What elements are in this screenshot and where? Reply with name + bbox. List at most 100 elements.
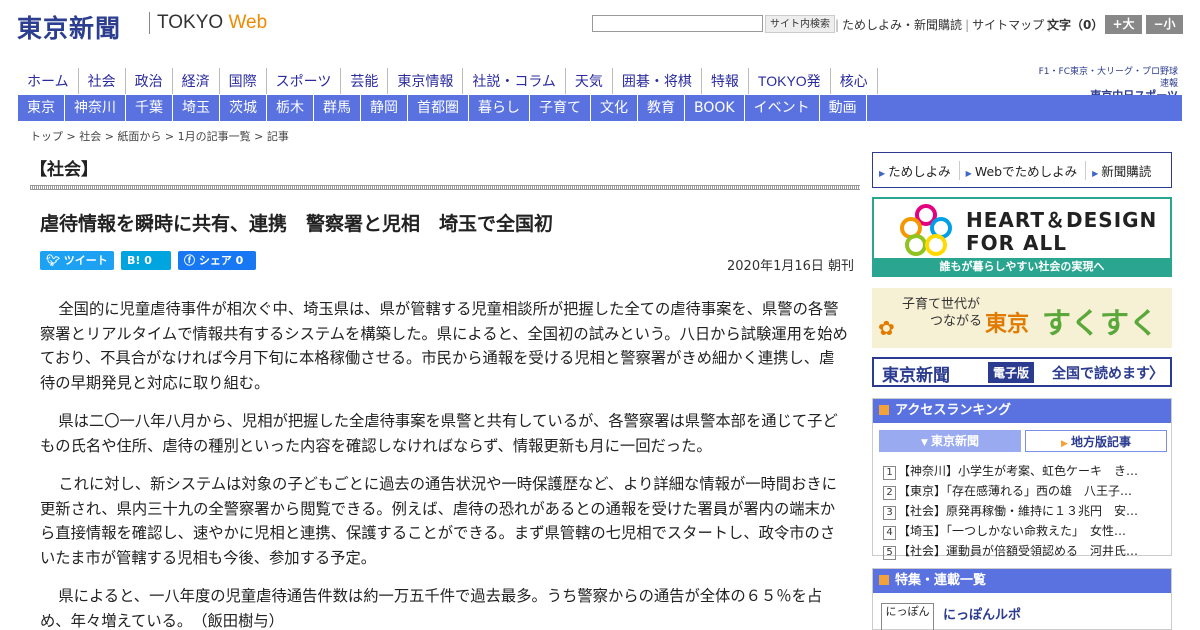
breadcrumb-current: 記事 — [266, 130, 289, 143]
rank-number: 1 — [883, 466, 896, 480]
publish-date: 2020年1月16日 朝刊 — [727, 259, 855, 274]
sukusuku-tagline-1: 子育て世代が — [902, 297, 981, 312]
tab-local-articles[interactable]: ▶ 地方版記事 — [1025, 430, 1167, 452]
region-nav-item[interactable]: 栃木 — [267, 95, 314, 121]
chunichi-tagline: F1・FC東京・大リーグ・プロ野球速報 — [1038, 67, 1178, 89]
breadcrumb-paper[interactable]: 紙面から — [117, 130, 161, 143]
ranking-item[interactable]: 3 【社会】原発再稼働・維持に１３兆円 安… — [883, 501, 1159, 521]
access-ranking: アクセスランキング ▼ 東京新聞 ▶ 地方版記事 1 【神奈川】小学生が考案、虹色… — [872, 398, 1172, 560]
ranking-item-title: 【社会】原発再稼働・維持に１３兆円 安… — [898, 504, 1139, 518]
web-tameshiyomi-link[interactable]: Webでためしよみ — [966, 160, 1087, 180]
region-nav-item[interactable]: 神奈川 — [65, 95, 126, 121]
ranking-title: アクセスランキング — [895, 403, 1011, 418]
digital-edition-banner[interactable]: 東京新聞 電子版 全国で読めます 〉 — [872, 357, 1172, 387]
breadcrumb-society[interactable]: 社会 — [79, 130, 101, 143]
region-nav-item[interactable]: 群馬 — [314, 95, 361, 121]
nav-item[interactable]: 芸能 — [341, 68, 389, 94]
nav-item[interactable]: 東京情報 — [388, 68, 464, 94]
tokyo-shimbun-logo[interactable]: 東京新聞 — [17, 9, 121, 45]
nav-item[interactable]: TOKYO発 — [749, 68, 831, 94]
sitemap-link[interactable]: サイトマップ — [969, 18, 1047, 32]
tab-tokyo-label: 東京新聞 — [931, 434, 980, 448]
sukusuku-logo: すくすく — [1042, 306, 1159, 340]
region-nav-item[interactable]: 暮らし — [469, 95, 530, 121]
nav-item[interactable]: 経済 — [173, 68, 220, 94]
facebook-icon: ⓕ — [184, 254, 199, 267]
font-smaller-button[interactable]: −小 — [1146, 15, 1183, 34]
tweet-button[interactable]: 🐦︎ ツイート — [40, 251, 114, 270]
square-bullet-icon — [879, 405, 889, 415]
nav-item[interactable]: 政治 — [126, 68, 173, 94]
subscribe-link[interactable]: ためしよみ・新聞購読 — [839, 18, 965, 32]
region-nav-item[interactable]: 静岡 — [361, 95, 408, 121]
nav-item[interactable]: 天気 — [566, 68, 613, 94]
rank-number: 3 — [883, 506, 896, 520]
article-body: 全国的に児童虐待事件が相次ぐ中、埼玉県は、県が管轄する児童相談所が把握した全ての… — [40, 297, 848, 630]
chevron-right-icon: 〉 — [1148, 364, 1164, 382]
breadcrumb: トップ > 社会 > 紙面から > 1月の記事一覧 > 記事 — [30, 130, 289, 143]
search-button[interactable]: サイト内検索 — [765, 15, 835, 33]
features-title: 特集・連載一覧 — [895, 573, 987, 588]
breadcrumb-top[interactable]: トップ — [30, 130, 63, 143]
features-header: 特集・連載一覧 — [873, 569, 1171, 593]
region-nav-item[interactable]: 茨城 — [220, 95, 267, 121]
region-nav-item[interactable]: 子育て — [530, 95, 591, 121]
ranking-item[interactable]: 4 【埼玉】「一つしかない命救えた」 女性… — [883, 521, 1159, 541]
region-nav-item[interactable]: イベント — [745, 95, 820, 121]
region-nav-item[interactable]: 首都圏 — [408, 95, 469, 121]
rank-number: 5 — [883, 546, 896, 560]
subscribe-sidebar-link[interactable]: 新聞購読 — [1092, 161, 1159, 180]
search-input[interactable] — [592, 15, 763, 32]
hatena-bookmark-button[interactable]: B! 0 — [121, 251, 171, 270]
nav-item[interactable]: 国際 — [220, 68, 267, 94]
ranking-item-title: 【社会】運動員が倍額受領認める 河井氏… — [898, 544, 1139, 558]
heart-design-tagline: 誰もが暮らしやすい社会の実現へ — [874, 258, 1170, 275]
flower-icon: ✿ — [878, 316, 895, 340]
nav-item[interactable]: 社説・コラム — [463, 68, 566, 94]
facebook-share-button[interactable]: ⓕ シェア 0 — [178, 251, 256, 270]
header-links: | ためしよみ・新聞購読 | サイトマップ | — [835, 18, 1052, 32]
digital-edition-badge: 電子版 — [988, 362, 1035, 383]
facebook-share-label: シェア 0 — [198, 254, 244, 267]
ranking-item[interactable]: 2 【東京】「存在感薄れる」西の雄 八王子… — [883, 481, 1159, 501]
nav-item[interactable]: ホーム — [18, 68, 79, 94]
ranking-tabs: ▼ 東京新聞 ▶ 地方版記事 — [879, 430, 1167, 452]
region-nav-item[interactable]: 埼玉 — [173, 95, 220, 121]
nippon-thumbnail[interactable]: にっぽん — [881, 603, 934, 630]
tokyo-sukusuku-banner[interactable]: ✿ 子育て世代が つながる 東京 すくすく — [872, 288, 1172, 348]
region-nav-item[interactable]: 千葉 — [126, 95, 173, 121]
tab-tokyo-shimbun[interactable]: ▼ 東京新聞 — [879, 430, 1021, 452]
flower-logo-icon — [900, 204, 952, 256]
article-paragraph: 県によると、一八年度の児童虐待通告件数は約一万五千件で過去最多。うち警察からの通… — [40, 587, 823, 630]
nav-item[interactable]: 社会 — [79, 68, 126, 94]
article-paragraph: 全国的に児童虐待事件が相次ぐ中、埼玉県は、県が管轄する児童相談所が把握した全ての… — [40, 300, 848, 392]
nav-item[interactable]: 特報 — [702, 68, 749, 94]
font-larger-button[interactable]: +大 — [1105, 15, 1142, 34]
ranking-list: 1 【神奈川】小学生が考案、虹色ケーキ き… 2 【東京】「存在感薄れる」西の雄 八… — [883, 461, 1159, 561]
region-nav-item[interactable]: 教育 — [638, 95, 685, 121]
nav-item[interactable]: スポーツ — [267, 68, 342, 94]
digital-edition-logo: 東京新聞 — [882, 366, 950, 386]
region-nav-item[interactable]: 文化 — [591, 95, 638, 121]
nav-item[interactable]: 囲碁・将棋 — [613, 68, 702, 94]
heart-design-banner[interactable]: HEART＆DESIGN FOR ALL 誰もが暮らしやすい社会の実現へ — [872, 197, 1172, 277]
ranking-item[interactable]: 5 【社会】運動員が倍額受領認める 河井氏… — [883, 541, 1159, 561]
heart-line1: HEART＆DESIGN — [966, 208, 1158, 232]
logo-divider — [149, 12, 150, 34]
region-nav-item[interactable]: 東京 — [18, 95, 65, 121]
nippon-report-link[interactable]: にっぽんルポ — [943, 604, 1021, 623]
section-title: 【社会】 — [30, 160, 98, 180]
region-nav-item[interactable]: 動画 — [820, 95, 867, 121]
font-size-label: 文字（0） — [1047, 18, 1104, 32]
section-divider — [30, 185, 860, 190]
heart-design-title: HEART＆DESIGN FOR ALL — [966, 209, 1157, 255]
header: 東京新聞 TOKYO Web サイト内検索 | ためしよみ・新聞購読 | サイトマップ… — [0, 0, 1200, 62]
region-nav-item[interactable]: BOOK — [685, 95, 745, 121]
twitter-icon: 🐦︎ — [46, 254, 64, 267]
tokyo-web-logo[interactable]: TOKYO Web — [157, 12, 267, 34]
tameshiyomi-link[interactable]: ためしよみ — [879, 160, 960, 180]
breadcrumb-month[interactable]: 1月の記事一覧 — [178, 130, 251, 143]
nav-item[interactable]: 核心 — [831, 68, 878, 94]
ranking-header: アクセスランキング — [873, 399, 1171, 423]
ranking-item[interactable]: 1 【神奈川】小学生が考案、虹色ケーキ き… — [883, 461, 1159, 481]
